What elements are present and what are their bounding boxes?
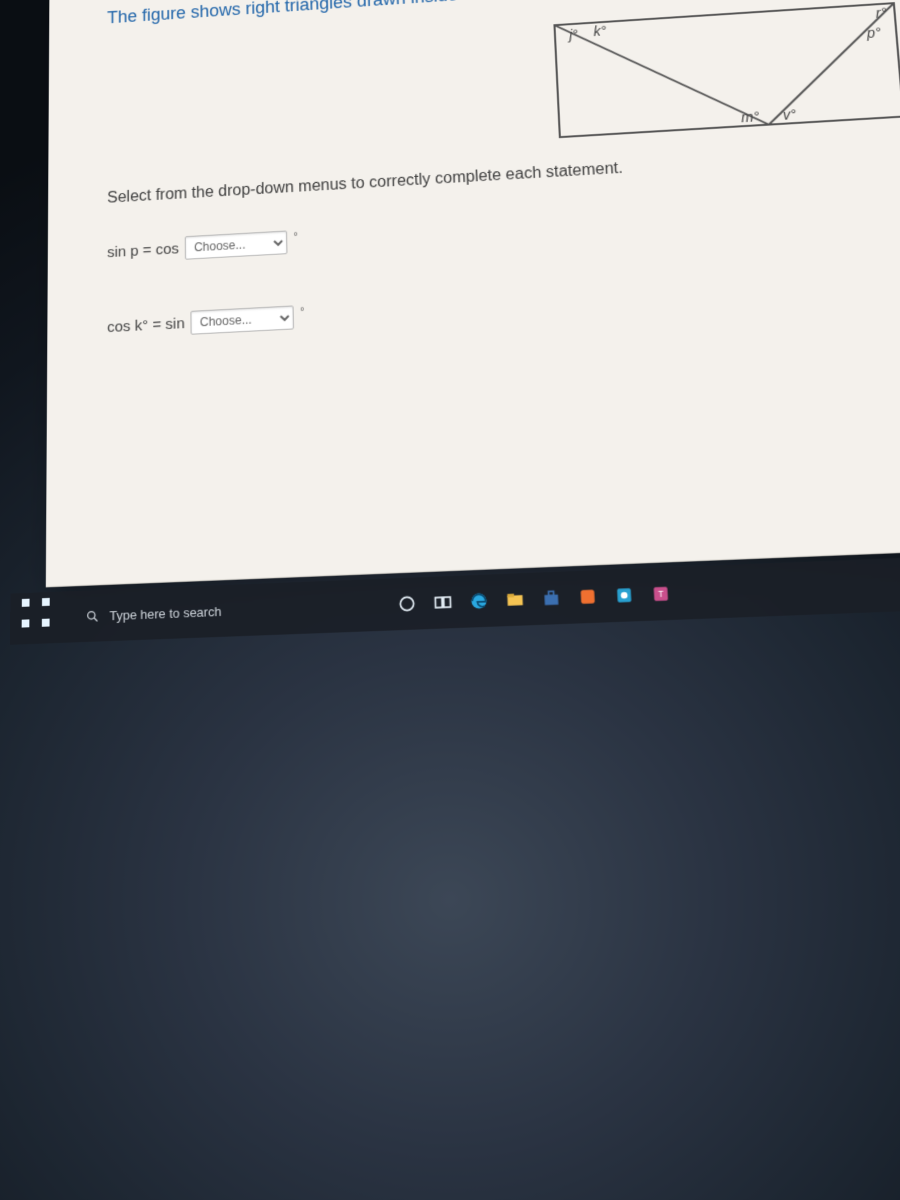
search-icon xyxy=(85,608,100,623)
svg-text:r°: r° xyxy=(875,5,887,21)
degree-symbol: ° xyxy=(293,231,298,243)
statement-2-prefix: cos k° = sin xyxy=(107,315,185,336)
statement-2-dropdown[interactable]: Choose... xyxy=(191,306,295,335)
svg-text:v°: v° xyxy=(782,106,797,123)
statement-1-prefix: sin p = cos xyxy=(107,240,179,261)
cortana-icon[interactable] xyxy=(391,587,424,620)
statement-1-dropdown[interactable]: Choose... xyxy=(185,231,288,260)
pinned-app-2-icon[interactable] xyxy=(607,579,641,613)
question-panel: The figure shows right triangles drawn i… xyxy=(46,0,900,587)
svg-text:k°: k° xyxy=(593,23,607,39)
file-explorer-icon[interactable] xyxy=(498,583,532,616)
start-button[interactable] xyxy=(12,587,70,648)
svg-text:T: T xyxy=(658,590,664,599)
triangle-rectangle-diagram: j° k° m° v° r° p° xyxy=(546,0,900,153)
instruction-text: Select from the drop-down menus to corre… xyxy=(107,143,900,208)
statement-row-2: cos k° = sin Choose... ° xyxy=(107,273,900,340)
store-icon[interactable] xyxy=(535,581,569,615)
pinned-app-3-icon[interactable]: T xyxy=(644,577,678,611)
edge-icon[interactable] xyxy=(462,584,495,617)
task-view-icon[interactable] xyxy=(426,586,459,619)
svg-text:p°: p° xyxy=(865,24,882,41)
svg-text:j°: j° xyxy=(567,26,579,42)
degree-symbol: ° xyxy=(300,306,305,318)
pinned-app-icon[interactable] xyxy=(571,580,605,614)
search-placeholder: Type here to search xyxy=(109,603,221,622)
svg-text:m°: m° xyxy=(741,108,761,125)
taskbar-search[interactable]: Type here to search xyxy=(74,585,372,636)
statement-row-1: sin p = cos Choose... ° xyxy=(107,195,900,264)
